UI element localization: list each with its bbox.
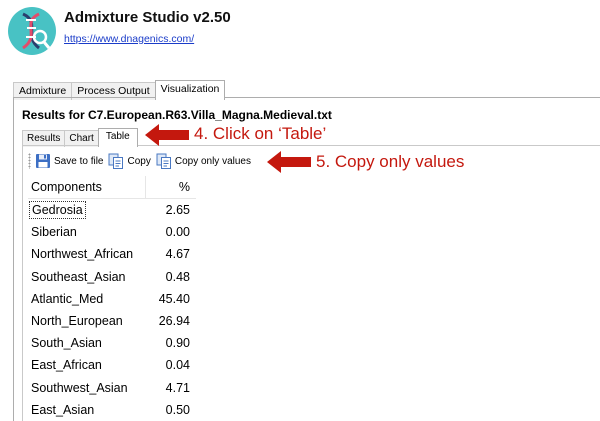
cell-value: 45.40 — [158, 291, 190, 306]
annotation-step-4: 4. Click on ‘Table’ — [194, 124, 327, 143]
cell-value: 2.65 — [165, 203, 190, 218]
cell-component: South_Asian — [28, 332, 146, 354]
header-percent[interactable]: % — [146, 180, 196, 194]
tab-table[interactable]: Table — [97, 128, 138, 147]
header-components[interactable]: Components — [28, 176, 146, 198]
copy-icon — [108, 153, 124, 169]
cell-value: 0.90 — [165, 336, 190, 351]
table-row[interactable]: East_Asian 0.50 — [28, 399, 196, 421]
results-title: Results for C7.European.R63.Villa_Magna.… — [22, 108, 332, 122]
cell-component: Southwest_Asian — [28, 377, 146, 399]
copy-icon — [156, 153, 171, 169]
app-logo-icon — [8, 7, 56, 55]
table-row[interactable]: North_European 26.94 — [28, 310, 196, 332]
component-name: East_Asian — [31, 402, 95, 417]
component-name: Atlantic_Med — [31, 291, 104, 306]
copy-only-values-label: Copy only values — [174, 155, 251, 167]
component-name: Northwest_African — [31, 247, 134, 262]
cell-value: 0.04 — [165, 358, 190, 373]
component-name: East_African — [31, 358, 102, 373]
cell-value: 0.48 — [165, 269, 190, 284]
table-row[interactable]: South_Asian 0.90 — [28, 332, 196, 354]
cell-component: Southeast_Asian — [28, 266, 146, 288]
cell-value: 0.00 — [165, 225, 190, 240]
table-header: Components % — [28, 176, 196, 199]
component-name: South_Asian — [31, 336, 102, 351]
annotation-step-5: 5. Copy only values — [316, 152, 465, 171]
component-name: North_European — [31, 314, 123, 329]
app-title: Admixture Studio v2.50 — [64, 9, 231, 26]
component-name: Southeast_Asian — [31, 269, 126, 284]
cell-component: Atlantic_Med — [28, 288, 146, 310]
arrow-left-icon — [267, 151, 311, 173]
table-row[interactable]: Gedrosia 2.65 — [28, 199, 196, 221]
cell-value: 4.67 — [165, 247, 190, 262]
cell-component: Siberian — [28, 221, 146, 243]
results-table[interactable]: Components % Gedrosia 2.65 Siberian 0.00… — [28, 176, 196, 421]
cell-value: 26.94 — [158, 314, 190, 329]
table-row[interactable]: Southeast_Asian 0.48 — [28, 266, 196, 288]
main-tab-bar: Admixture Process Output Visualization — [13, 80, 226, 100]
copy-button[interactable]: Copy — [108, 153, 151, 169]
table-row[interactable]: Southwest_Asian 4.71 — [28, 377, 196, 399]
arrow-left-icon — [145, 124, 189, 146]
table-row[interactable]: Northwest_African 4.67 — [28, 243, 196, 265]
table-row[interactable]: Atlantic_Med 45.40 — [28, 288, 196, 310]
cell-component: East_African — [28, 354, 146, 376]
table-toolbar: Save to file Copy Copy only values — [28, 150, 256, 172]
component-name: Southwest_Asian — [31, 380, 128, 395]
save-to-file-label: Save to file — [54, 155, 104, 167]
component-name: Siberian — [31, 225, 77, 240]
table-row[interactable]: Siberian 0.00 — [28, 221, 196, 243]
copy-only-values-button[interactable]: Copy only values — [156, 153, 251, 169]
toolbar-grip[interactable] — [28, 153, 31, 169]
cell-component: East_Asian — [28, 399, 146, 421]
website-link[interactable]: https://www.dnagenics.com/ — [64, 33, 194, 45]
cell-value: 4.71 — [165, 380, 190, 395]
floppy-disk-icon — [36, 154, 50, 168]
cell-component: North_European — [28, 310, 146, 332]
cell-component: Gedrosia — [28, 199, 146, 221]
sub-tab-bar: Results Chart Table — [22, 128, 138, 147]
save-to-file-button[interactable]: Save to file — [35, 153, 103, 169]
tab-visualization[interactable]: Visualization — [154, 80, 226, 100]
cell-value: 0.50 — [165, 402, 190, 417]
table-row[interactable]: East_African 0.04 — [28, 354, 196, 376]
component-name: Gedrosia — [29, 201, 86, 220]
cell-component: Northwest_African — [28, 243, 146, 265]
copy-label: Copy — [127, 155, 151, 167]
